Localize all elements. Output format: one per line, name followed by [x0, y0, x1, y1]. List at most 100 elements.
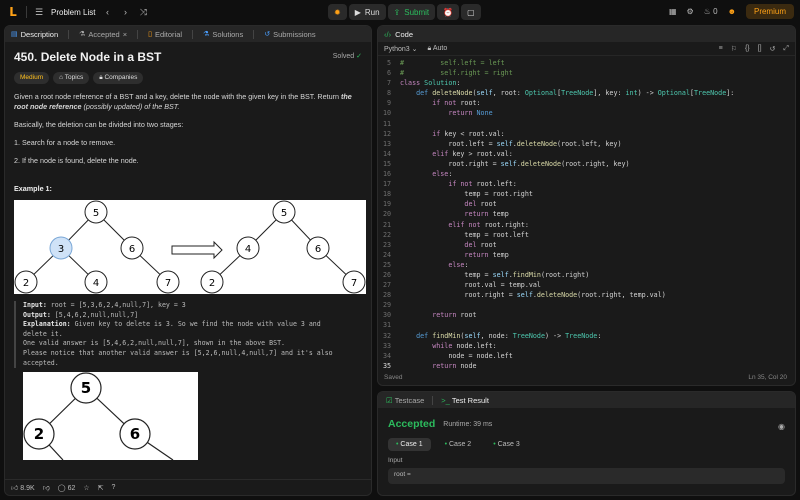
- code-line[interactable]: 34 node = node.left: [378, 351, 795, 361]
- code-line[interactable]: 19 del root: [378, 199, 795, 209]
- case-tab[interactable]: • Case 2: [437, 438, 480, 451]
- code-line[interactable]: 7 class Solution:: [378, 78, 795, 88]
- code-line[interactable]: 33 while node.left:: [378, 341, 795, 351]
- bookmark-icon[interactable]: ⚐: [731, 45, 737, 53]
- braces-icon[interactable]: {}: [745, 45, 750, 53]
- code-line[interactable]: 21 elif not root.right:: [378, 220, 795, 230]
- close-icon[interactable]: ×: [123, 30, 127, 39]
- gear-icon[interactable]: ⚙: [687, 7, 694, 16]
- case-tab[interactable]: • Case 1: [388, 438, 431, 451]
- notes-button[interactable]: ▢: [461, 4, 481, 20]
- chevron-left-icon[interactable]: ‹: [101, 7, 113, 17]
- format-icon[interactable]: ≡: [719, 45, 723, 53]
- code-line[interactable]: 15 root.right = self. deleteNode (root.rig…: [378, 159, 795, 169]
- code-line[interactable]: 9 if not root:: [378, 98, 795, 108]
- code-line[interactable]: 8 def deleteNode(self, root: Optional[Tr…: [378, 88, 795, 98]
- code-line[interactable]: 27 root.val = temp.val: [378, 280, 795, 290]
- shuffle-icon[interactable]: ⤨: [137, 7, 149, 18]
- code-line[interactable]: 17 if not root.left:: [378, 179, 795, 189]
- eye-icon[interactable]: ◉: [778, 422, 785, 431]
- companies-chip[interactable]: 🔒︎ Companies: [93, 72, 144, 84]
- tab-submissions[interactable]: ↺ Submissions: [264, 30, 315, 39]
- streak-counter[interactable]: ♨ 0: [704, 7, 718, 16]
- code-line[interactable]: 20 return temp: [378, 209, 795, 219]
- problem-list-link[interactable]: Problem List: [51, 8, 95, 17]
- code-line[interactable]: 6 # self.right = right: [378, 68, 795, 78]
- code-line[interactable]: 30 return root: [378, 310, 795, 320]
- streak-count: 0: [713, 7, 718, 16]
- code-line[interactable]: 23 del root: [378, 240, 795, 250]
- code-line[interactable]: 12 if key < root.val:: [378, 129, 795, 139]
- timer-button[interactable]: ⏰: [437, 4, 460, 20]
- code-line[interactable]: 16 else:: [378, 169, 795, 179]
- language-label: Python3: [384, 45, 410, 53]
- code-token: if not: [432, 99, 461, 108]
- code-line[interactable]: 5 # self.left = left: [378, 58, 795, 68]
- code-token: deleteNode: [536, 291, 578, 300]
- layout-icon[interactable]: ▦: [669, 7, 677, 16]
- code-editor[interactable]: 5 # self.left = left 6 # self.right = right…: [378, 58, 795, 371]
- code-line[interactable]: 32 def findMin(self, node: TreeNode) -> …: [378, 331, 795, 341]
- code-line[interactable]: 28 root.right = self. deleteNode (root.rig…: [378, 290, 795, 300]
- line-number: 7: [386, 79, 391, 88]
- like-button[interactable]: 👍︎ 8.9K: [11, 483, 35, 492]
- tab-accepted[interactable]: ⚗ Accepted ×: [79, 30, 127, 39]
- tab-label: Description: [20, 29, 59, 39]
- submit-button[interactable]: ⇪ Submit: [387, 4, 436, 20]
- code-line[interactable]: 14 elif key > root.val:: [378, 149, 795, 159]
- leetcode-logo-icon[interactable]: ᒪ: [6, 5, 20, 19]
- mode-select[interactable]: 🔒︎ Auto: [428, 45, 448, 53]
- help-icon[interactable]: ?: [112, 484, 116, 491]
- result-tab-bar: ☑ Testcase >_ Test Result: [378, 392, 795, 408]
- tab-solutions[interactable]: ⚗ Solutions: [203, 30, 243, 39]
- run-button[interactable]: ▶ Run: [348, 4, 386, 20]
- lock-icon: 🔒︎: [427, 44, 432, 52]
- explanation-text: One valid answer is [5,4,6,2,null,null,7…: [23, 339, 286, 348]
- code-line[interactable]: 24 return temp: [378, 250, 795, 260]
- problem-title-row: 450. Delete Node in a BST Solved ✓: [14, 51, 362, 63]
- code-line[interactable]: 31: [378, 320, 795, 330]
- tab-description[interactable]: ▤ Description: [11, 30, 58, 39]
- list-icon[interactable]: ☰: [33, 7, 45, 18]
- language-select[interactable]: Python3 ⌄: [384, 45, 418, 53]
- code-line[interactable]: 25 else:: [378, 260, 795, 270]
- code-token: self: [500, 159, 517, 168]
- code-line[interactable]: 35 return node: [378, 361, 795, 371]
- premium-button[interactable]: Premium: [745, 4, 794, 19]
- topics-chip[interactable]: ⌂ Topics: [53, 72, 90, 84]
- code-icon: ‹/›: [384, 29, 392, 39]
- code-line[interactable]: 18 temp = root.right: [378, 189, 795, 199]
- case-tab[interactable]: • Case 3: [485, 438, 528, 451]
- code-token: if not: [448, 180, 477, 189]
- dislike-button[interactable]: 👎︎: [43, 483, 50, 492]
- line-number: 17: [382, 180, 391, 189]
- code-line[interactable]: 10 return None: [378, 108, 795, 118]
- brackets-icon[interactable]: []: [758, 45, 762, 53]
- line-number: 5: [386, 59, 391, 67]
- tab-testcase[interactable]: ☑ Testcase: [386, 396, 424, 405]
- code-token: self: [476, 89, 493, 98]
- expand-icon[interactable]: ⤢: [783, 45, 789, 53]
- code-line[interactable]: 22 temp = root.left: [378, 230, 795, 240]
- share-icon[interactable]: ⇱: [98, 484, 104, 492]
- tree-node-label: 6: [315, 244, 321, 255]
- chevron-right-icon[interactable]: ›: [119, 7, 131, 17]
- star-icon[interactable]: ☆: [83, 484, 89, 492]
- avatar[interactable]: ☻: [728, 7, 736, 16]
- code-line[interactable]: 13 root.left = self. deleteNode (root.left…: [378, 139, 795, 149]
- code-line[interactable]: 29: [378, 300, 795, 310]
- tab-editorial[interactable]: ▯ Editorial: [148, 30, 182, 39]
- code-line[interactable]: 26 temp = self. findMin (root.right): [378, 270, 795, 280]
- code-title: Code: [395, 29, 414, 39]
- tab-test-result[interactable]: >_ Test Result: [441, 396, 489, 405]
- code-line[interactable]: 11: [378, 119, 795, 129]
- thumbs-down-icon: 👎︎: [42, 485, 50, 492]
- code-token: :: [464, 260, 469, 269]
- code-token: elif not: [448, 220, 485, 229]
- reset-icon[interactable]: ↺: [770, 45, 776, 53]
- runtime-text: Runtime: 39 ms: [443, 420, 493, 428]
- comments-button[interactable]: ◯ 62: [58, 484, 76, 492]
- debug-button[interactable]: ✹: [328, 4, 347, 20]
